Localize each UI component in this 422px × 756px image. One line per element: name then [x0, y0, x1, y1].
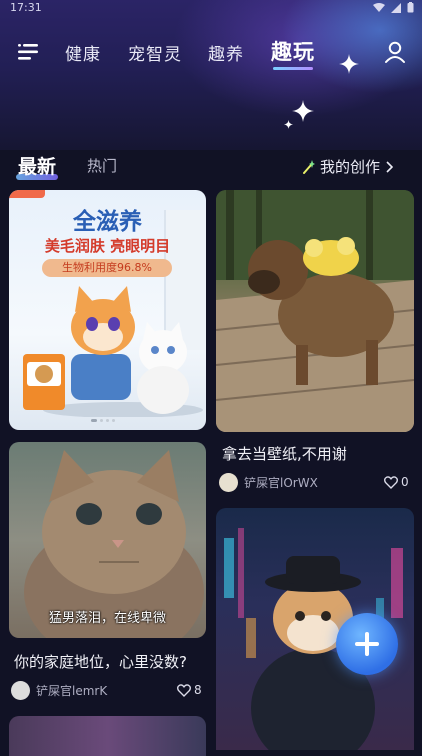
- author-name: 铲屎官lOrWX: [244, 476, 318, 490]
- sparkle-icon: [284, 120, 293, 129]
- plus-icon: [355, 632, 379, 656]
- feed-tabs: 最新 热门 我的创作: [0, 150, 422, 180]
- status-time: 17:31: [10, 1, 42, 14]
- feed-card-ad[interactable]: 全滋养 美毛润肤 亮眼明目 生物利用度96.8%: [9, 190, 206, 430]
- avatar: [219, 473, 238, 492]
- feed-card-partial[interactable]: [9, 716, 206, 756]
- my-creation-link[interactable]: 我的创作: [303, 156, 394, 177]
- carousel-indicator: [91, 419, 115, 422]
- sparkle-icon: [339, 54, 359, 74]
- like-button[interactable]: 8: [177, 683, 202, 697]
- card-caption: 你的家庭地位，心里没数?: [14, 653, 187, 671]
- heart-icon: [384, 475, 398, 489]
- like-button[interactable]: 0: [384, 475, 409, 489]
- tab-health[interactable]: 健康: [65, 40, 101, 65]
- signal-icon: [391, 2, 401, 13]
- heart-icon: [177, 683, 191, 697]
- menu-icon[interactable]: [17, 42, 39, 62]
- wifi-icon: [373, 2, 385, 12]
- feed-card-kitten[interactable]: 猛男落泪，在线卑微: [9, 442, 206, 638]
- chevron-right-icon: [386, 160, 394, 173]
- card-overlay-text: 猛男落泪，在线卑微: [48, 611, 166, 626]
- ad-tag: 生物利用度96.8%: [42, 259, 172, 277]
- card-caption: 拿去当壁纸,不用谢: [222, 445, 347, 463]
- tab-pet-ai[interactable]: 宠智灵: [128, 40, 182, 65]
- tab-fun-raise[interactable]: 趣养: [208, 40, 244, 65]
- like-count: 8: [194, 683, 202, 697]
- avatar: [11, 681, 30, 700]
- header-background: [0, 0, 422, 150]
- sparkle-icon: [292, 100, 314, 122]
- create-post-button[interactable]: [336, 613, 398, 675]
- user-icon[interactable]: [383, 40, 407, 64]
- battery-icon: [407, 2, 414, 13]
- status-bar: 17:31: [0, 0, 422, 16]
- card-author[interactable]: 铲屎官lOrWX: [219, 473, 318, 492]
- card-author[interactable]: 铲屎官lemrK: [11, 681, 107, 700]
- like-count: 0: [401, 475, 409, 489]
- author-name: 铲屎官lemrK: [36, 684, 108, 698]
- feed-card-dog[interactable]: [216, 190, 414, 432]
- dog-photo: [216, 190, 414, 432]
- tab-hot[interactable]: 热门: [87, 155, 117, 176]
- magic-wand-icon: [303, 159, 315, 174]
- brand-corner: [9, 190, 45, 198]
- status-icons: [373, 2, 414, 13]
- tab-latest[interactable]: 最新: [15, 152, 59, 180]
- my-creation-label: 我的创作: [320, 158, 381, 176]
- ad-title: 全滋养: [73, 209, 142, 235]
- tab-fun-play[interactable]: 趣玩: [271, 36, 315, 70]
- cartoon-cats-illustration: [23, 286, 203, 417]
- ad-subtitle: 美毛润肤 亮眼明目: [44, 237, 171, 255]
